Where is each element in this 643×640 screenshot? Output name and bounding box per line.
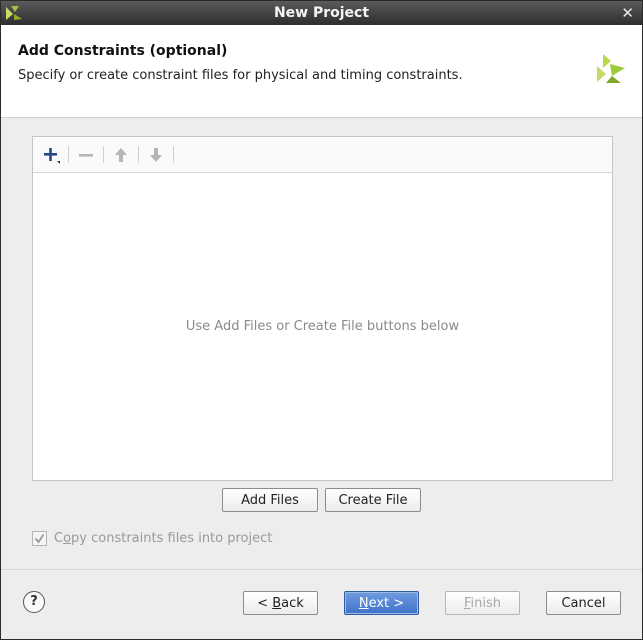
page-title: Add Constraints (optional)	[18, 43, 228, 59]
toolbar-separator	[138, 146, 139, 163]
vivado-logo-icon	[597, 54, 625, 83]
move-down-icon	[144, 143, 168, 167]
file-toolbar	[33, 137, 612, 173]
new-project-dialog: New Project ✕ Add Constraints (optional)…	[0, 0, 643, 640]
finish-button: Finish	[445, 591, 520, 615]
page-subtitle: Specify or create constraint files for p…	[18, 68, 463, 83]
check-icon	[34, 533, 45, 543]
move-up-icon	[109, 143, 133, 167]
empty-list-message: Use Add Files or Create File buttons bel…	[185, 319, 460, 334]
add-files-button[interactable]: Add Files	[222, 488, 318, 512]
copy-constraints-checkbox[interactable]	[32, 530, 47, 546]
add-icon[interactable]	[39, 143, 63, 167]
copy-constraints-label: Copy constraints files into project	[54, 530, 273, 546]
window-title: New Project	[273, 5, 370, 21]
toolbar-separator	[68, 146, 69, 163]
constraints-file-panel: Use Add Files or Create File buttons bel…	[32, 136, 613, 481]
page-header: Add Constraints (optional) Specify or cr…	[1, 25, 642, 118]
copy-constraints-option[interactable]: Copy constraints files into project	[32, 529, 272, 547]
help-icon[interactable]: ?	[23, 591, 45, 613]
title-bar[interactable]: New Project ✕	[1, 1, 642, 25]
close-icon[interactable]: ✕	[621, 4, 634, 22]
toolbar-separator	[173, 146, 174, 163]
create-file-button[interactable]: Create File	[325, 488, 421, 512]
footer-divider	[1, 569, 642, 570]
next-button[interactable]: Next >	[344, 591, 419, 615]
toolbar-separator	[103, 146, 104, 163]
back-button[interactable]: < Back	[243, 591, 318, 615]
cancel-button[interactable]: Cancel	[546, 591, 621, 615]
remove-icon	[74, 143, 98, 167]
